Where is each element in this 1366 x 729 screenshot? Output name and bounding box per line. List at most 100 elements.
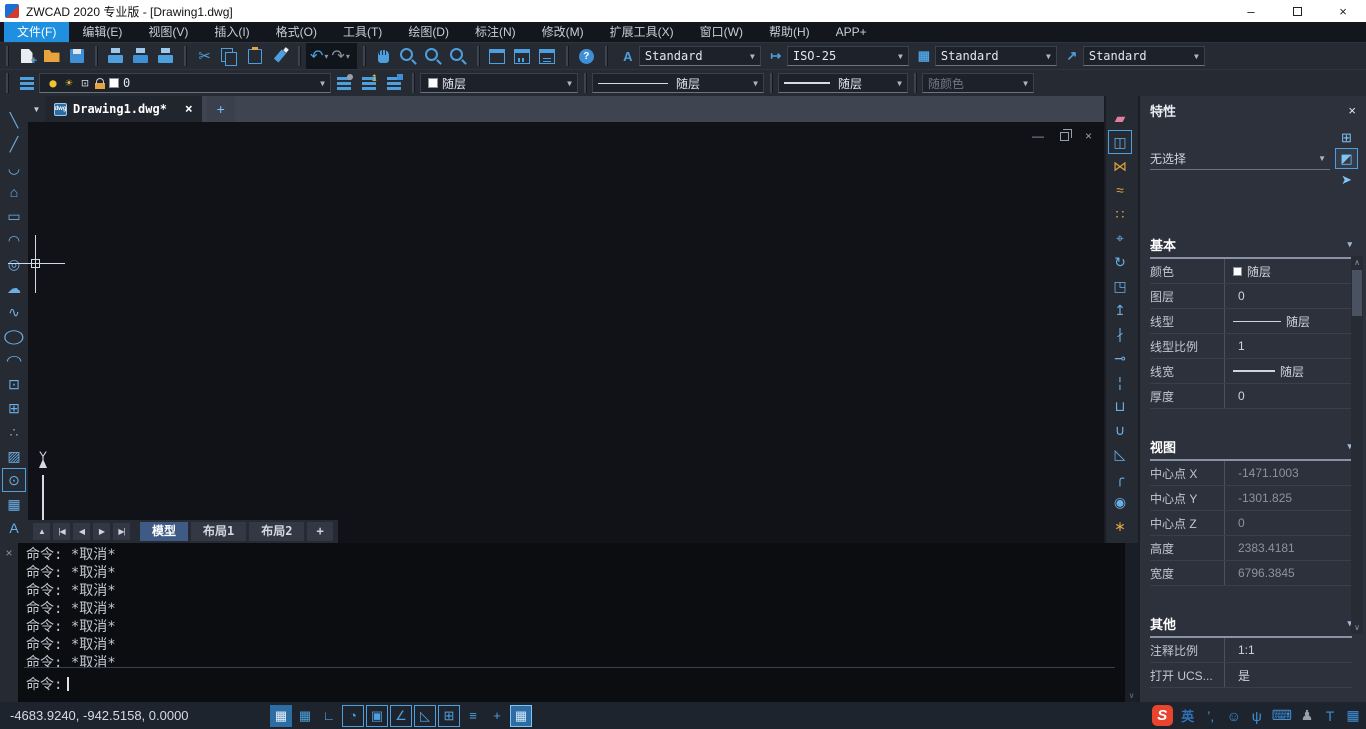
explode-tool[interactable]: ∗ [1108,514,1132,538]
table-tool[interactable]: ▦ [2,492,26,516]
next-tab-button[interactable]: ▶ [93,523,110,540]
scroll-down-icon[interactable]: ∨ [1125,691,1138,700]
polar-tracking-toggle[interactable]: ◔ [342,705,364,727]
region-tool[interactable]: ⊙ [2,468,26,492]
designcenter-button[interactable] [510,44,535,68]
menu-app-plus[interactable]: APP+ [823,22,880,42]
undo-button[interactable]: ↶ [310,46,323,66]
menu-edit[interactable]: 编辑(E) [69,22,135,42]
layer-combo[interactable]: ● ☀ ⊡ 0 ▼ [39,73,331,93]
window-close-button[interactable]: × [1320,0,1366,22]
lineweight-combo[interactable]: 随层 ▼ [778,73,908,93]
prop-lineweight[interactable]: 线宽 随层 [1150,359,1352,384]
redo-dropdown-icon[interactable]: ▾ [346,52,350,61]
prop-center-x[interactable]: 中心点 X -1471.1003 [1150,461,1352,486]
chamfer-tool[interactable]: ◺ [1108,442,1132,466]
prop-thickness[interactable]: 厚度 0 [1150,384,1352,409]
redo-button[interactable]: ↷ [331,46,344,66]
tab-model[interactable]: 模型 [140,522,188,541]
circle-tool[interactable]: ◎ [2,252,26,276]
array-tool[interactable]: ∷ [1108,202,1132,226]
dynamic-ucs-toggle[interactable]: ◺ [414,705,436,727]
join-tool[interactable]: ∪ [1108,418,1132,442]
menu-help[interactable]: 帮助(H) [756,22,823,42]
copy-tool[interactable]: ◫ [1108,130,1132,154]
pan-button[interactable] [371,44,396,68]
properties-palette-button[interactable] [485,44,510,68]
pick-add-toggle-button[interactable]: ⊞ [1335,127,1358,148]
copy-clip-button[interactable] [217,44,242,68]
layer-match-button[interactable] [381,71,406,95]
prop-width[interactable]: 宽度 6796.3845 [1150,561,1352,586]
new-drawing-button[interactable] [14,44,39,68]
ellipse-tool[interactable]: ◯ [2,324,26,348]
grid-toggle[interactable]: ▦ [294,705,316,727]
prop-height[interactable]: 高度 2383.4181 [1150,536,1352,561]
model-paper-toggle[interactable]: ▦ [510,705,532,727]
prop-color[interactable]: 颜色 随层 [1150,259,1352,284]
xline-tool[interactable]: ╱ [2,132,26,156]
polyline-tool[interactable]: ◡ [2,156,26,180]
prop-linetype[interactable]: 线型 随层 [1150,309,1352,334]
color-combo[interactable]: 随层 ▼ [420,73,578,93]
polygon-tool[interactable]: ⌂ [2,180,26,204]
prop-center-y[interactable]: 中心点 Y -1301.825 [1150,486,1352,511]
plot-preview-button[interactable] [128,44,153,68]
stretch-tool[interactable]: ↥ [1108,298,1132,322]
make-block-tool[interactable]: ⊞ [2,396,26,420]
snap-toggle[interactable]: ▦ [270,705,292,727]
line-tool[interactable]: ╲ [2,108,26,132]
offset-tool[interactable]: ≈ [1108,178,1132,202]
mdi-close-button[interactable]: × [1085,129,1092,143]
revcloud-tool[interactable]: ☁ [2,276,26,300]
ortho-toggle[interactable]: ∟ [318,705,340,727]
spline-tool[interactable]: ∿ [2,300,26,324]
ellipse-arc-tool[interactable]: ◠ [2,348,26,372]
open-button[interactable] [39,44,64,68]
menu-window[interactable]: 窗口(W) [687,22,756,42]
break-point-tool[interactable]: ¦ [1108,370,1132,394]
sogou-logo[interactable]: S [1152,705,1173,726]
skin-icon[interactable]: T [1322,708,1338,724]
scale-tool[interactable]: ◳ [1108,274,1132,298]
prop-layer[interactable]: 图层 0 [1150,284,1352,309]
plot-button[interactable] [103,44,128,68]
new-layout-button[interactable]: + [307,522,332,541]
hatch-tool[interactable]: ▨ [2,444,26,468]
insert-block-tool[interactable]: ⊡ [2,372,26,396]
break-tool[interactable]: ⊔ [1108,394,1132,418]
annotation-scale-toggle[interactable]: + [486,705,508,727]
toolpalettes-button[interactable] [535,44,560,68]
menu-modify[interactable]: 修改(M) [529,22,597,42]
document-tab-close-icon[interactable]: × [185,102,193,117]
expand-tabs-button[interactable]: ▲ [33,523,50,540]
first-tab-button[interactable]: |◀ [53,523,70,540]
toolbox-icon[interactable]: ▦ [1345,707,1361,724]
command-window-close-button[interactable]: × [0,543,18,702]
dynamic-input-toggle[interactable]: ⊞ [438,705,460,727]
menu-express[interactable]: 扩展工具(X) [597,22,687,42]
match-properties-button[interactable] [267,44,292,68]
zoom-window-button[interactable] [421,44,446,68]
prop-annotation-scale[interactable]: 注释比例 1:1 [1150,638,1352,663]
window-maximize-button[interactable] [1274,0,1320,22]
new-document-tab-button[interactable]: + [207,96,235,122]
point-tool[interactable]: ∴ [2,420,26,444]
lineweight-display-toggle[interactable]: ≡ [462,705,484,727]
extend-tool[interactable]: ⊸ [1108,346,1132,370]
paste-button[interactable] [242,44,267,68]
layer-manager-button[interactable] [14,71,39,95]
command-history[interactable]: 命令: *取消*命令: *取消*命令: *取消*命令: *取消*命令: *取消*… [18,543,1125,702]
menu-draw[interactable]: 绘图(D) [395,22,462,42]
last-tab-button[interactable]: ▶| [113,523,130,540]
punctuation-icon[interactable]: ’, [1203,708,1219,724]
prop-linetype-scale[interactable]: 线型比例 1 [1150,334,1352,359]
menu-tools[interactable]: 工具(T) [330,22,395,42]
window-minimize-button[interactable]: – [1228,0,1274,22]
cut-button[interactable]: ✂ [192,44,217,68]
person-icon[interactable]: ♟ [1299,707,1315,724]
tab-layout1[interactable]: 布局1 [191,522,246,541]
help-button[interactable] [574,44,599,68]
menu-format[interactable]: 格式(O) [263,22,330,42]
object-snap-tracking-toggle[interactable]: ∠ [390,705,412,727]
